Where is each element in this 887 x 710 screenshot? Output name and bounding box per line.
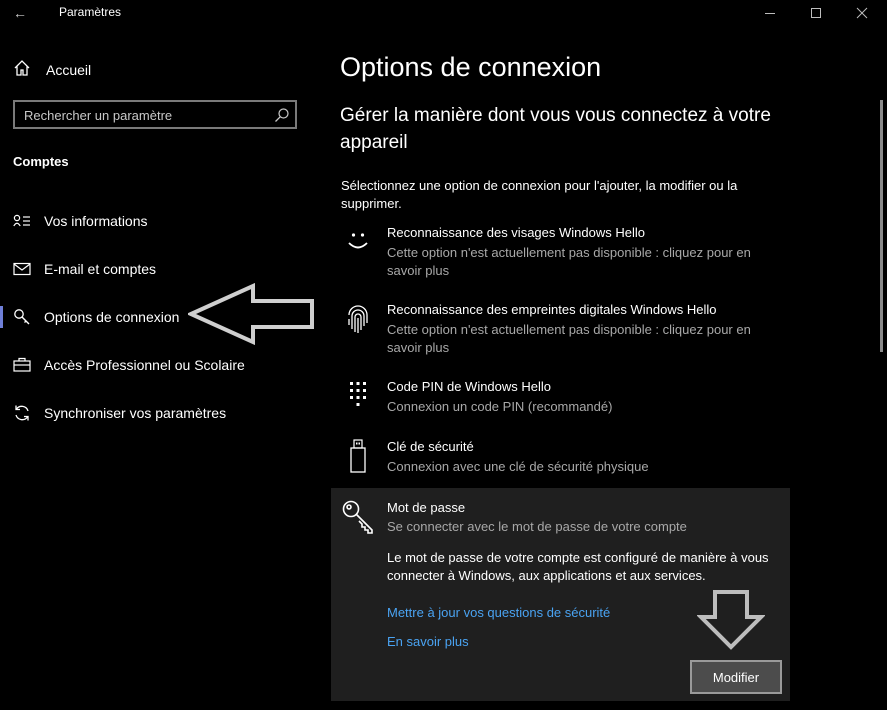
sync-icon bbox=[12, 403, 32, 423]
option-title: Code PIN de Windows Hello bbox=[387, 379, 552, 394]
sidebar-item-label: Vos informations bbox=[44, 213, 148, 229]
sidebar-item-label: Accès Professionnel ou Scolaire bbox=[44, 357, 245, 373]
usb-key-icon bbox=[340, 439, 376, 475]
option-pin[interactable]: Code PIN de Windows Hello Connexion un c… bbox=[340, 379, 790, 419]
option-security-key[interactable]: Clé de sécurité Connexion avec une clé d… bbox=[340, 439, 790, 479]
option-title: Clé de sécurité bbox=[387, 439, 474, 454]
section-heading: Comptes bbox=[13, 154, 69, 169]
sidebar-item-work-school[interactable]: Accès Professionnel ou Scolaire bbox=[0, 345, 330, 385]
modify-button[interactable]: Modifier bbox=[690, 660, 782, 694]
settings-window: ← Paramètres Accueil Comptes Vos informa… bbox=[0, 0, 887, 710]
page-subtitle: Gérer la manière dont vous vous connecte… bbox=[340, 105, 771, 153]
smiley-face-icon bbox=[340, 225, 376, 266]
fingerprint-icon bbox=[340, 302, 376, 341]
home-nav-item[interactable]: Accueil bbox=[13, 59, 91, 81]
person-card-icon bbox=[12, 211, 32, 231]
option-description: Connexion avec une clé de sécurité physi… bbox=[387, 459, 649, 474]
option-title: Reconnaissance des visages Windows Hello bbox=[387, 225, 645, 240]
option-title: Reconnaissance des empreintes digitales … bbox=[387, 302, 717, 317]
page-title: Options de connexion bbox=[340, 52, 602, 82]
option-description: Cette option n'est actuellement pas disp… bbox=[387, 322, 751, 355]
minimize-icon[interactable] bbox=[747, 0, 793, 26]
key-icon bbox=[12, 307, 32, 327]
learn-more-link[interactable]: En savoir plus bbox=[387, 634, 469, 649]
sidebar-item-label: Options de connexion bbox=[44, 309, 180, 325]
down-arrow-annotation-icon bbox=[696, 589, 766, 656]
intro-text: Sélectionnez une option de connexion pou… bbox=[341, 178, 738, 211]
password-key-icon bbox=[341, 499, 377, 540]
close-icon[interactable] bbox=[839, 0, 885, 26]
scrollbar[interactable] bbox=[880, 100, 883, 352]
search-box[interactable] bbox=[13, 100, 297, 129]
app-title: Paramètres bbox=[59, 5, 122, 19]
option-fingerprint[interactable]: Reconnaissance des empreintes digitales … bbox=[340, 302, 790, 358]
option-description: Se connecter avec le mot de passe de vot… bbox=[387, 519, 687, 534]
option-description: Connexion un code PIN (recommandé) bbox=[387, 399, 613, 414]
sidebar-item-label: Synchroniser vos paramètres bbox=[44, 405, 227, 421]
back-arrow-icon[interactable]: ← bbox=[8, 3, 32, 23]
option-description: Cette option n'est actuellement pas disp… bbox=[387, 245, 751, 278]
left-arrow-annotation-icon bbox=[186, 282, 316, 350]
briefcase-icon bbox=[12, 355, 32, 375]
maximize-icon[interactable] bbox=[793, 0, 839, 26]
search-input[interactable] bbox=[24, 106, 264, 124]
option-title: Mot de passe bbox=[387, 500, 466, 515]
option-face-recognition[interactable]: Reconnaissance des visages Windows Hello… bbox=[340, 225, 790, 281]
selected-indicator bbox=[0, 306, 3, 328]
home-label: Accueil bbox=[46, 62, 92, 78]
sidebar-item-sync[interactable]: Synchroniser vos paramètres bbox=[0, 393, 330, 433]
sidebar-item-your-info[interactable]: Vos informations bbox=[0, 201, 330, 241]
home-icon bbox=[13, 59, 31, 82]
mail-icon bbox=[12, 259, 32, 279]
keypad-icon bbox=[340, 379, 376, 416]
password-info-text: Le mot de passe de votre compte est conf… bbox=[387, 550, 769, 583]
sidebar-item-label: E-mail et comptes bbox=[44, 261, 157, 277]
title-bar: ← Paramètres bbox=[0, 0, 887, 28]
search-icon[interactable] bbox=[274, 107, 290, 123]
update-security-questions-link[interactable]: Mettre à jour vos questions de sécurité bbox=[387, 605, 610, 620]
